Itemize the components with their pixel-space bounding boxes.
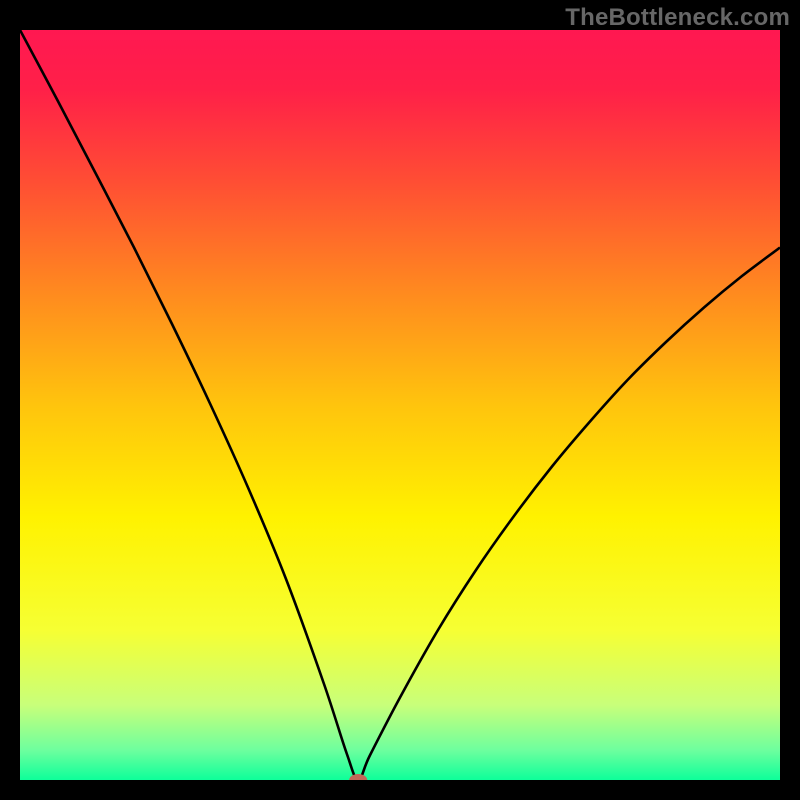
bottleneck-chart	[20, 30, 780, 780]
chart-frame: TheBottleneck.com	[0, 0, 800, 800]
gradient-background	[20, 30, 780, 780]
plot-area	[20, 30, 780, 780]
watermark-text: TheBottleneck.com	[565, 4, 790, 32]
